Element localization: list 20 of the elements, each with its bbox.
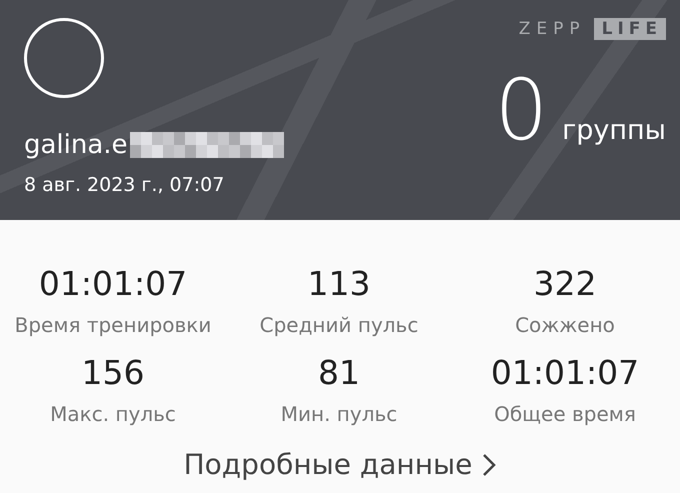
logo-brand: ZEPP <box>518 19 586 39</box>
workout-date: 8 авг. 2023 г., 07:07 <box>24 174 226 196</box>
stat-value: 01:01:07 <box>490 353 640 392</box>
stat-value: 113 <box>308 264 370 303</box>
chevron-right-icon <box>482 452 496 476</box>
logo-product: LIFE <box>594 18 666 40</box>
stat-value: 01:01:07 <box>38 264 188 303</box>
stat-label: Средний пульс <box>260 313 418 337</box>
stat-value: 156 <box>82 353 144 392</box>
stat-label: Макс. пульс <box>50 402 176 426</box>
stat-value: 322 <box>534 264 596 303</box>
stat-value: 81 <box>318 353 360 392</box>
stat-label: Общее время <box>494 402 636 426</box>
group-count: 0 <box>494 68 548 152</box>
details-link[interactable]: Подробные данные <box>0 448 680 481</box>
username: galina.e <box>24 130 128 160</box>
group-count-label: группы <box>562 115 666 146</box>
stat-label: Сожжено <box>515 313 615 337</box>
stat-label: Мин. пульс <box>280 402 398 426</box>
stat-label: Время тренировки <box>14 313 212 337</box>
